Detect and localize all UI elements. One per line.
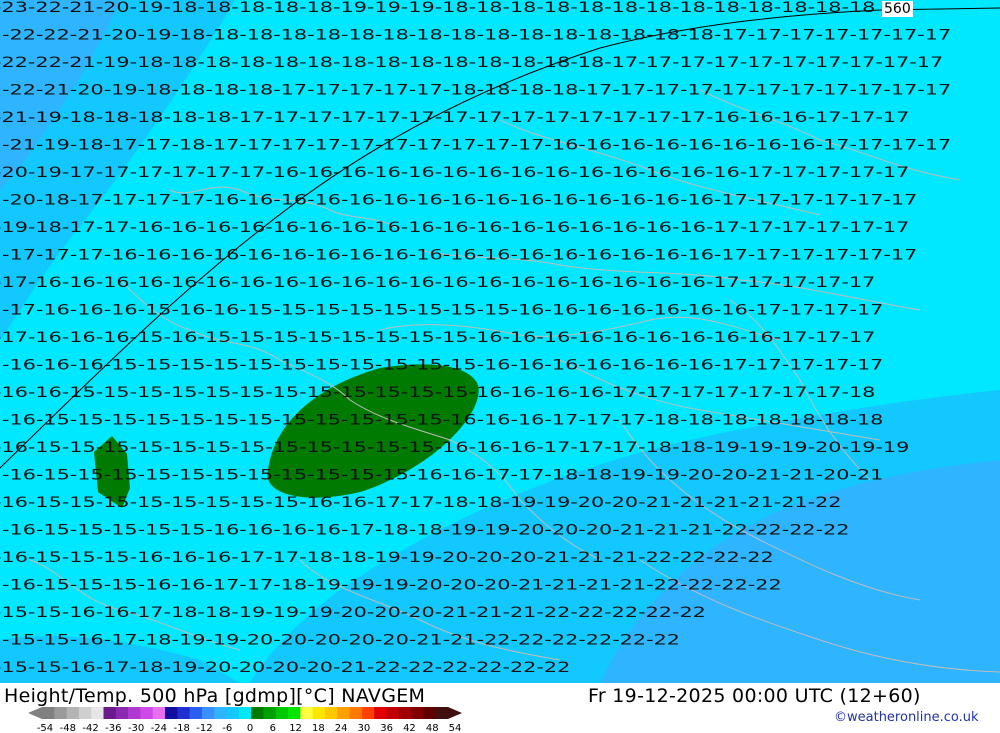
legend-swatch (324, 707, 338, 719)
map-canvas: -23-22-21-20-19-18-18-18-18-18-19-19-19-… (0, 0, 1000, 683)
temperature-row: -22-21-20-19-18-18-18-18-17-17-17-17-17-… (2, 83, 951, 99)
legend-tick-label: -6 (222, 723, 232, 733)
legend-swatch (374, 707, 387, 719)
legend-tick-label: 18 (312, 723, 325, 733)
legend-swatch (275, 707, 289, 719)
legend-tick-label: -18 (173, 723, 189, 733)
legend-swatch (201, 707, 215, 719)
legend-swatch (251, 707, 264, 719)
legend-tick-label: 24 (335, 723, 348, 733)
legend-tick-label: -42 (82, 723, 98, 733)
temperature-row: -16-16-16-15-15-15-15-15-15-15-15-15-15-… (2, 358, 883, 374)
credit-link[interactable]: ©weatheronline.co.uk (834, 710, 979, 725)
temperature-row: -21-19-18-17-17-18-17-17-17-17-17-17-17-… (2, 138, 951, 154)
temperature-row: -23-22-21-20-19-18-18-18-18-18-19-19-19-… (0, 0, 875, 16)
legend-tick-label: 12 (289, 723, 302, 733)
legend-tick-label: -30 (128, 723, 144, 733)
legend-tick-label: -12 (196, 723, 212, 733)
legend-swatch (140, 707, 154, 719)
temperature-row: -16-16-15-15-15-15-15-15-15-15-15-15-15-… (0, 385, 875, 401)
legend-swatch (398, 707, 412, 719)
legend-swatch (349, 707, 363, 719)
legend-swatch (435, 707, 449, 719)
temperature-row: -17-16-16-16-16-16-16-16-16-16-16-16-16-… (0, 275, 875, 291)
legend-swatch (128, 707, 141, 719)
temperature-row: -19-18-17-17-16-16-16-16-16-16-16-16-16-… (0, 220, 909, 236)
legend-tick-label: 6 (270, 723, 276, 733)
legend-swatch (177, 707, 191, 719)
temperature-row: -16-15-15-15-15-15-15-15-15-15-15-15-15-… (2, 413, 883, 429)
temperature-row: -16-15-15-15-15-15-15-15-15-16-16-17-17-… (0, 495, 842, 511)
temperature-row: -22-22-21-19-18-18-18-18-18-18-18-18-18-… (0, 55, 943, 71)
legend-swatch (300, 707, 314, 719)
legend-color-bar (28, 707, 462, 719)
legend-swatch (42, 707, 55, 719)
legend-swatch (54, 707, 68, 719)
legend-swatch (361, 707, 375, 719)
legend-tick-label: -48 (60, 723, 76, 733)
legend-swatch (115, 707, 129, 719)
legend-tick-label: 48 (426, 723, 439, 733)
legend-tick-label: 42 (403, 723, 416, 733)
temperature-row: -21-19-18-18-18-18-18-17-17-17-17-17-17-… (0, 110, 909, 126)
legend-arrow-right (448, 707, 462, 719)
legend-tick-label: -54 (37, 723, 53, 733)
legend-swatch (411, 707, 424, 719)
temperature-row: -20-19-17-17-17-17-17-17-16-16-16-16-16-… (0, 165, 909, 181)
legend-swatch (386, 707, 400, 719)
temperature-row: -16-15-15-15-15-15-16-16-16-16-17-18-18-… (2, 523, 850, 539)
legend-tick-label: 36 (380, 723, 393, 733)
legend-tick-label: -36 (105, 723, 121, 733)
legend-swatch (91, 707, 105, 719)
legend-swatch (423, 707, 437, 719)
color-scale-legend: -54 -48 -42 -36 -30 -24 -18 -12 -6 0 6 12 18 24 30 36 42… (28, 707, 462, 733)
legend-tick-label: 54 (449, 723, 462, 733)
valid-time: Fr 19-12-2025 00:00 UTC (12+60) (588, 685, 921, 707)
temperature-row: -17-17-17-16-16-16-16-16-16-16-16-16-16-… (2, 248, 917, 264)
temperature-row: -16-15-15-15-15-15-15-15-15-15-15-15-16-… (2, 468, 883, 484)
legend-swatch (189, 707, 203, 719)
temperature-row: -20-18-17-17-17-17-16-16-16-16-16-16-16-… (2, 193, 917, 209)
temperature-row: -22-22-21-20-19-18-18-18-18-18-18-18-18-… (2, 28, 951, 44)
legend-tick-label: -24 (151, 723, 167, 733)
contour-label-560: 560 (882, 1, 913, 17)
temperature-row: -16-15-15-15-15-15-15-15-15-15-15-15-15-… (0, 440, 909, 456)
legend-swatch (103, 707, 117, 719)
map-area: -23-22-21-20-19-18-18-18-18-18-19-19-19-… (0, 0, 1000, 683)
temperature-row: -16-15-15-15-16-16-17-17-18-19-19-19-20-… (2, 578, 782, 594)
temperature-row: -15-15-16-17-18-19-19-20-20-20-20-20-21-… (2, 633, 680, 649)
legend-tick-label: 30 (358, 723, 371, 733)
temperature-row: -17-16-16-16-15-16-16-15-15-15-15-15-15-… (2, 303, 883, 319)
legend-swatch (226, 707, 240, 719)
legend-arrow-left (28, 707, 42, 719)
legend-swatch (288, 707, 301, 719)
legend-swatch (78, 707, 92, 719)
legend-swatch (165, 707, 178, 719)
temperature-row: -15-15-16-16-17-18-18-19-19-19-20-20-20-… (0, 605, 706, 621)
legend-swatch (66, 707, 80, 719)
legend-swatch (263, 707, 277, 719)
legend-swatch (238, 707, 252, 719)
legend-tick-label: 0 (247, 723, 253, 733)
legend-swatch (337, 707, 351, 719)
legend-swatch (214, 707, 228, 719)
legend-swatch (312, 707, 326, 719)
temperature-row: -17-16-16-16-15-16-15-15-15-15-15-15-15-… (0, 330, 875, 346)
temperature-row: -16-15-15-15-16-16-16-17-17-18-18-19-19-… (0, 550, 774, 566)
legend-tick-labels: -54 -48 -42 -36 -30 -24 -18 -12 -6 0 6 12 18 24 30 36 42… (37, 723, 462, 733)
temperature-row: -15-15-16-17-18-19-20-20-20-20-21-22-22-… (0, 660, 570, 676)
legend-swatch (152, 707, 166, 719)
